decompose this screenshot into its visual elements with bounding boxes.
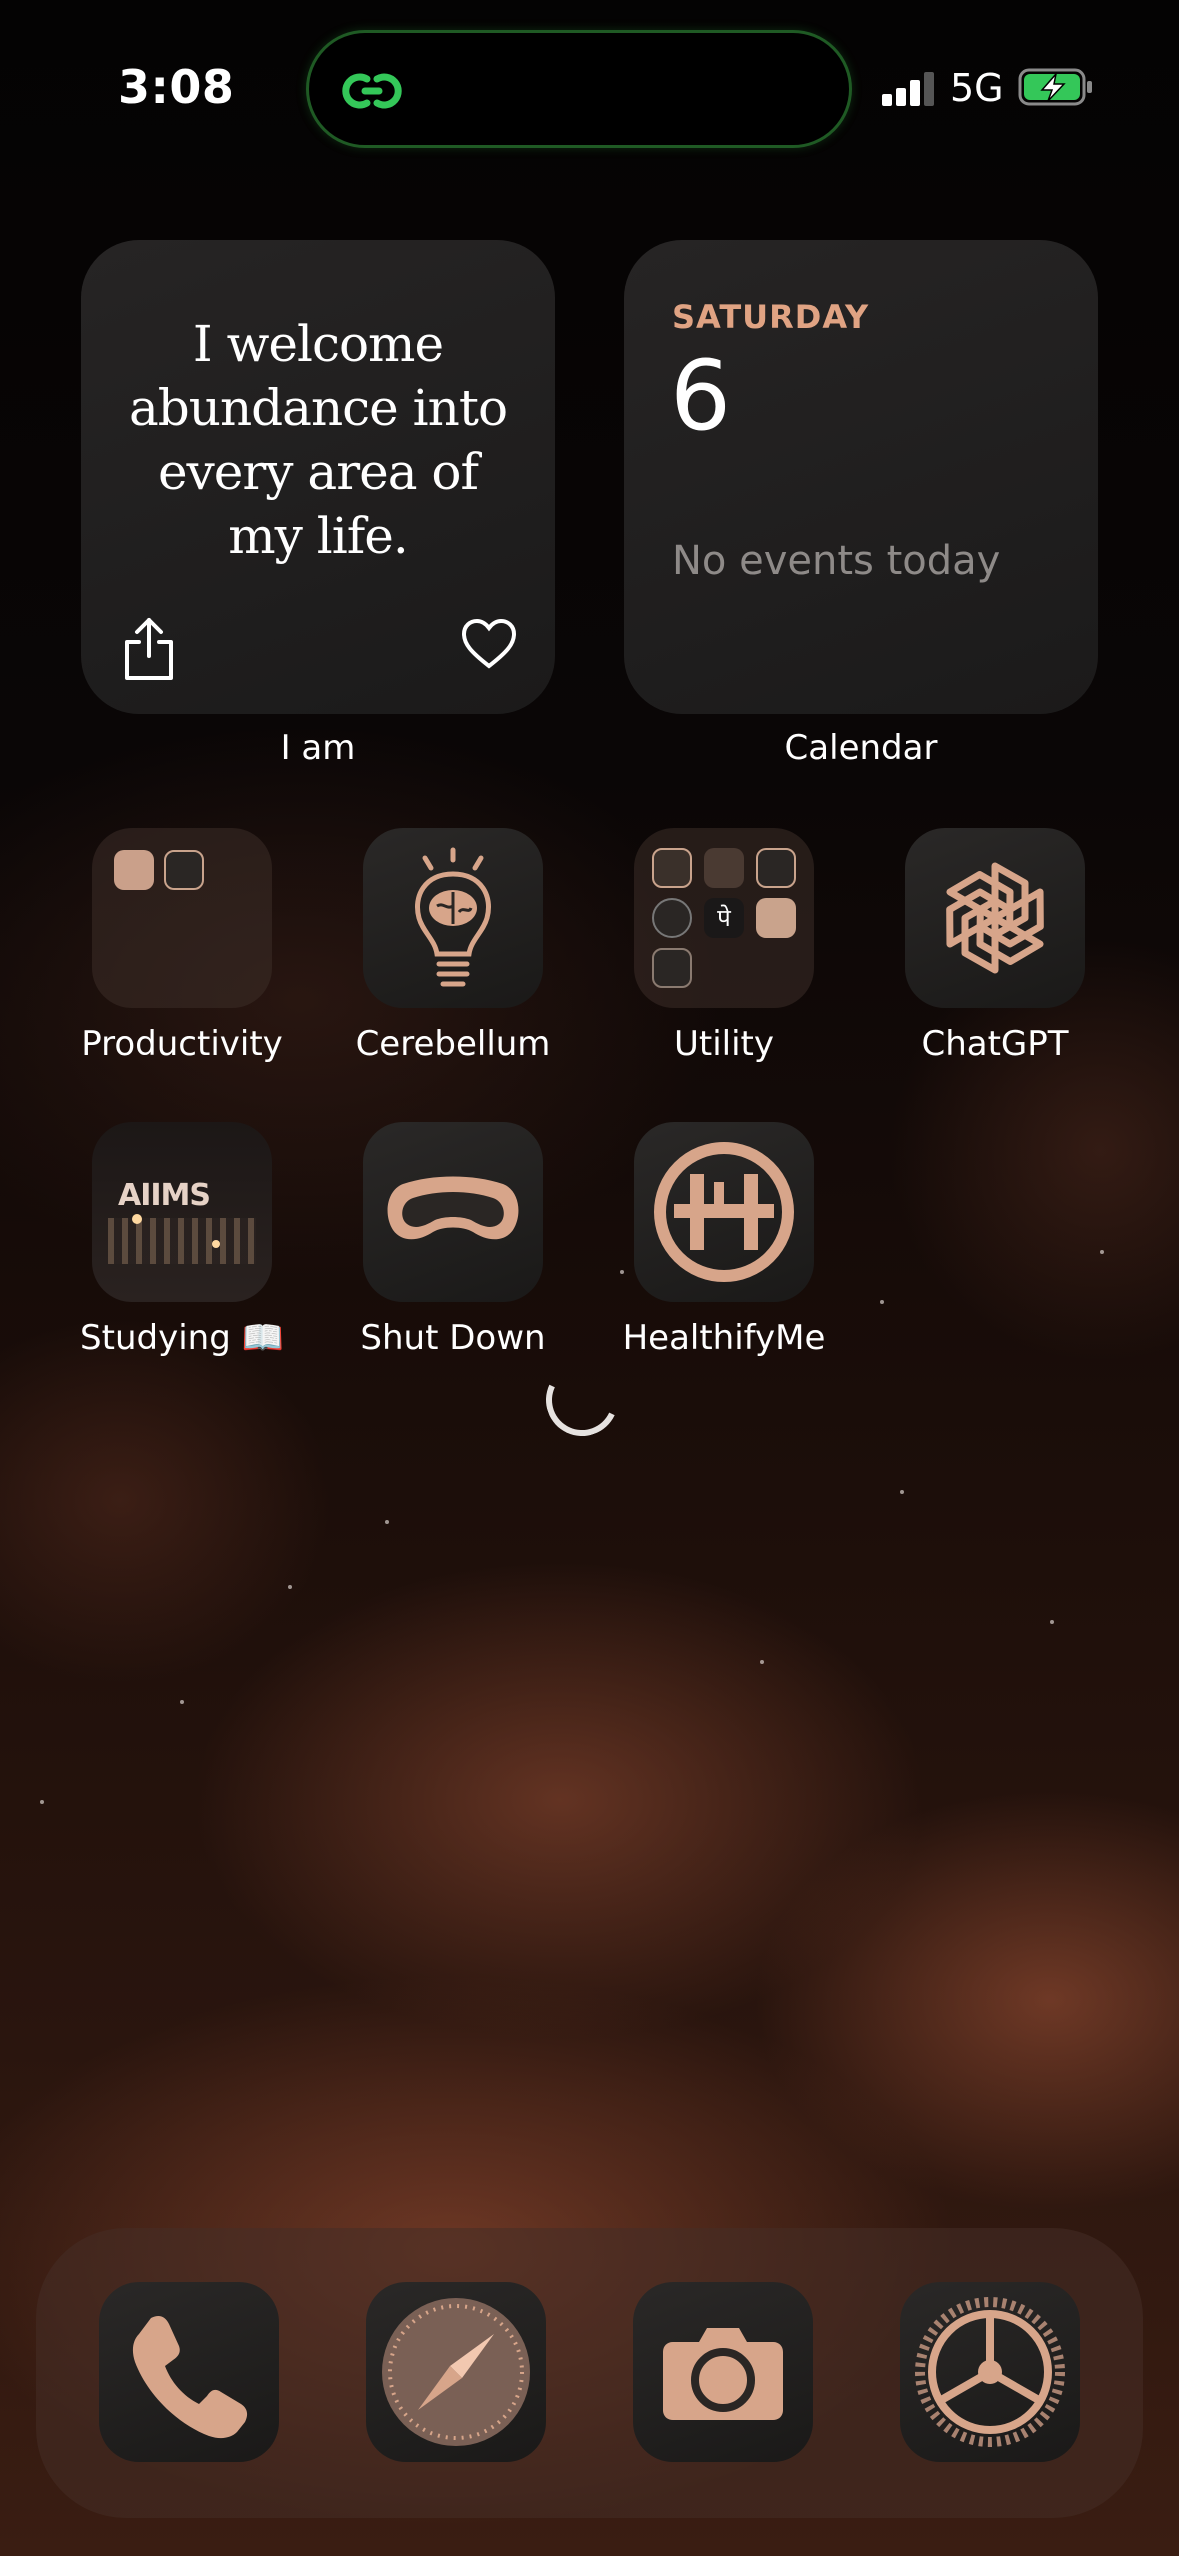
wallet-mini-icon — [704, 848, 744, 888]
battery-charging-icon — [1018, 68, 1092, 106]
dock — [36, 2228, 1143, 2518]
box-mini-icon — [756, 898, 796, 938]
compass-icon — [382, 2298, 530, 2446]
affirmation-widget[interactable]: I welcome abundance into every area of m… — [81, 240, 555, 714]
calendar-day-name: SATURDAY — [672, 298, 870, 336]
calendar-widget-label: Calendar — [784, 728, 938, 768]
wallpaper-star — [620, 1270, 624, 1274]
cerebellum-app[interactable] — [363, 828, 543, 1008]
app-label-productivity: Productivity — [81, 1024, 283, 1064]
calculator-mini-icon — [652, 948, 692, 988]
affirmation-quote: I welcome abundance into every area of m… — [128, 315, 508, 565]
app-label-cerebellum: Cerebellum — [355, 1024, 551, 1064]
utility-folder[interactable]: पे — [634, 828, 814, 1008]
dock-phone-app[interactable] — [99, 2282, 279, 2462]
heart-icon[interactable] — [461, 618, 517, 670]
sleep-mask-icon — [387, 1176, 519, 1240]
camera-icon — [663, 2328, 783, 2420]
lightbulb-brain-icon — [415, 847, 491, 987]
affirmation-widget-label: I am — [280, 728, 356, 768]
openai-knot-icon — [946, 862, 1044, 974]
status-time: 3:08 — [118, 60, 235, 114]
dock-safari-app[interactable] — [366, 2282, 546, 2462]
app-label-shut-down: Shut Down — [360, 1318, 546, 1358]
wallpaper-star — [900, 1490, 904, 1494]
dock-settings-app[interactable] — [900, 2282, 1080, 2462]
shield-mini-icon — [756, 848, 796, 888]
app-label-utility: Utility — [673, 1024, 774, 1064]
wallpaper-star — [1100, 1250, 1104, 1254]
calendar-events-text: No events today — [672, 538, 1001, 584]
calendar-widget[interactable]: SATURDAY 6 No events today — [624, 240, 1098, 714]
chain-link-icon — [342, 73, 402, 109]
app-label-chatgpt: ChatGPT — [921, 1024, 1069, 1064]
shut-down-app[interactable] — [363, 1122, 543, 1302]
loading-spinner-icon — [535, 1353, 629, 1447]
dock-camera-app[interactable] — [633, 2282, 813, 2462]
phonepe-mini-icon: पे — [704, 898, 744, 938]
wallpaper-star — [288, 1585, 292, 1589]
dynamic-island[interactable] — [306, 30, 852, 148]
wallpaper-star — [40, 1800, 44, 1804]
wallpaper-star — [880, 1300, 884, 1304]
notion-mini-icon — [164, 850, 204, 890]
wallpaper-star — [385, 1520, 389, 1524]
productivity-folder[interactable] — [92, 828, 272, 1008]
studying-app[interactable]: AIIMS — [92, 1122, 272, 1302]
aiims-building-icon: AIIMS — [92, 1122, 272, 1302]
network-type: 5G — [950, 66, 1004, 110]
healthifyme-logo-icon — [654, 1142, 794, 1282]
cellular-signal-icon — [882, 70, 938, 106]
wallpaper-star — [760, 1660, 764, 1664]
gear-icon — [915, 2297, 1065, 2447]
wallpaper-star — [1050, 1620, 1054, 1624]
healthifyme-app[interactable] — [634, 1122, 814, 1302]
calendar-date: 6 — [670, 340, 732, 452]
app-label-healthifyme: HealthifyMe — [622, 1318, 826, 1358]
notes-mini-icon — [114, 850, 154, 890]
chatgpt-app[interactable] — [905, 828, 1085, 1008]
phone-icon — [132, 2316, 248, 2439]
app-label-studying: Studying 📖 — [80, 1318, 284, 1358]
wallpaper-star — [180, 1700, 184, 1704]
clock-mini-icon — [652, 898, 692, 938]
share-icon[interactable] — [121, 616, 177, 682]
pencil-mini-icon — [652, 848, 692, 888]
